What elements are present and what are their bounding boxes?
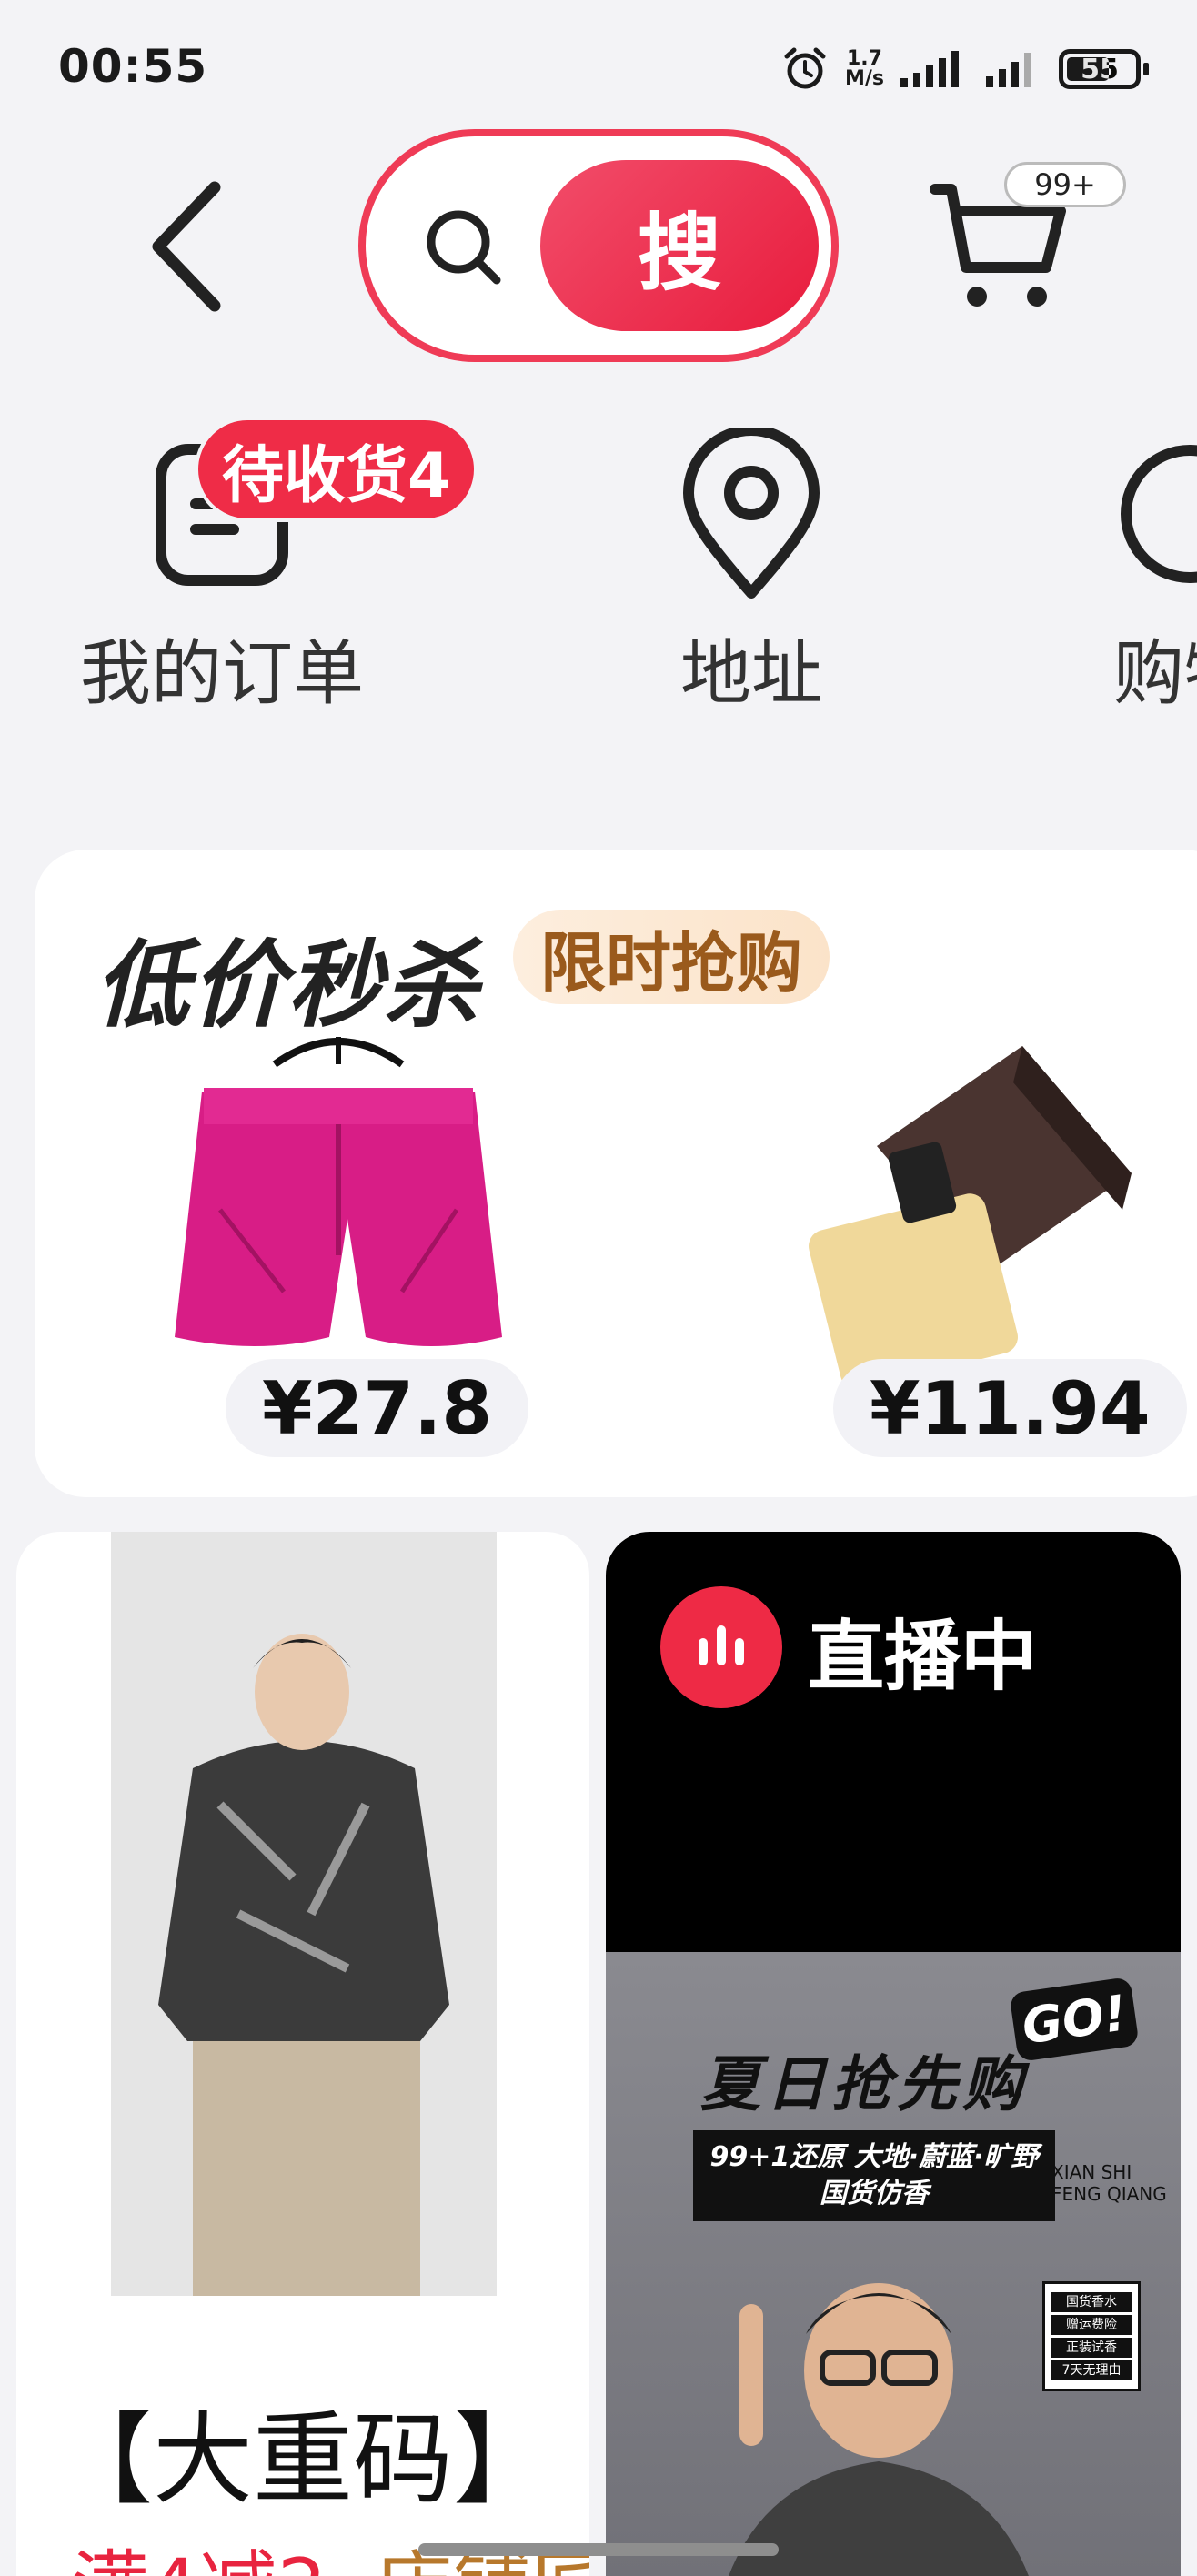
pending-delivery-badge: 待收货4 [198,420,475,518]
signal-icon-secondary [986,53,1031,87]
search-button[interactable]: 搜 [540,160,819,331]
product-title: 【大重码】 [53,2401,553,2518]
live-label: 直播中 [808,1612,1038,1701]
go-tag: GO! [1009,1977,1140,2062]
info-box-line: 正装试香 [1051,2338,1132,2358]
page: 00:55 1.7 M/s 55 搜 99+ 我的订单 地址 购 待收货4 低价… [0,0,1197,2576]
status-time: 00:55 [58,40,208,93]
quick-item-label: 地址 [679,633,822,715]
promo-subtitle-line: 国货仿香 [820,2178,929,2209]
status-bar: 00:55 1.7 M/s 55 [0,0,1197,136]
battery-indicator: 55 [1059,49,1149,89]
streamer-image [729,2283,1029,2576]
partial-icon [1113,418,1197,609]
promo-english-text: XIAN SHI FENG QIANG [1051,2161,1167,2205]
alarm-icon [784,47,826,89]
cart-count-badge: 99+ [1004,162,1126,207]
shorts-image [175,1037,502,1346]
promo-discount: 满4减2 [71,2523,327,2576]
flash-sale-card[interactable]: 低价秒杀 限时抢购 ¥27.8 ¥11.94 [35,850,1197,1497]
promo-english-line: FENG QIANG [1051,2183,1167,2205]
location-pin-icon [669,418,833,609]
chevron-left-icon [152,181,221,312]
home-indicator[interactable] [418,2543,779,2556]
promo-headline: 夏日抢先购 [700,2049,1028,2119]
info-box-line: 国货香水 [1051,2292,1132,2312]
network-speed: 1.7 M/s [845,49,884,89]
search-icon [420,204,508,291]
quick-item-partial[interactable]: 购物 [1113,418,1197,719]
feed-product-card[interactable]: 【大重码】 满4减2 店铺匠 [16,1532,589,2576]
promo-english-line: XIAN SHI [1051,2161,1132,2183]
promo-subtitle: 99+1还原 大地·蔚蓝·旷野 国货仿香 [693,2130,1055,2221]
flash-product-perfume[interactable]: ¥11.94 [749,1028,1187,1457]
status-icons: 1.7 M/s 55 [781,44,1149,95]
promo-info-box: 国货香水 赠运费险 正装试香 7天无理由 [1042,2281,1141,2391]
product-image [111,1532,497,2296]
flash-product-shorts[interactable]: ¥27.8 [138,1028,538,1457]
product-price: ¥11.94 [833,1359,1187,1457]
flash-sale-tag: 限时抢购 [513,910,830,1004]
product-price: ¥27.8 [226,1359,529,1457]
live-video-preview: GO! 夏日抢先购 99+1还原 大地·蔚蓝·旷野 国货仿香 XIAN SHI … [606,1952,1181,2576]
info-box-line: 7天无理由 [1051,2360,1132,2380]
network-speed-value: 1.7 [846,47,882,70]
quick-item-address[interactable]: 地址 [669,418,833,719]
battery-cap [1143,63,1149,75]
battery-level-text: 55 [1081,53,1119,86]
promo-subtitle-line: 99+1还原 大地·蔚蓝·旷野 [709,2141,1039,2173]
signal-icon [900,51,959,87]
quick-access-row: 我的订单 地址 购物 [0,418,1197,764]
quick-item-label: 购物 [1113,633,1197,715]
quick-item-label: 我的订单 [80,633,365,715]
back-button[interactable] [146,178,227,315]
flash-sale-title: 低价秒杀 [95,930,481,1041]
info-box-line: 赠运费险 [1051,2315,1132,2335]
search-bar[interactable]: 搜 [358,129,839,362]
live-stream-card[interactable]: 直播中 GO! 夏日抢先购 99+1还原 大地·蔚蓝·旷野 国货仿香 XIAN … [606,1532,1181,2576]
network-speed-unit: M/s [844,67,884,90]
live-indicator-icon [660,1586,782,1708]
perfume-image [809,1046,1132,1390]
